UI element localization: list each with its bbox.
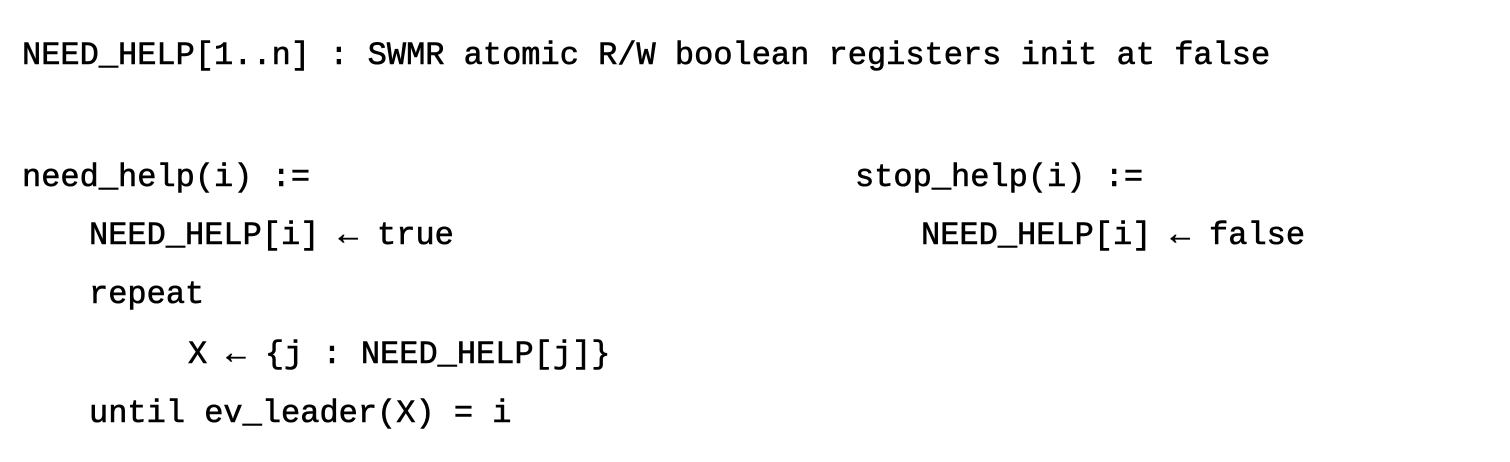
assign-x-line: X ← {j : NEED_HELP[j]} [188, 336, 611, 374]
need-help-header: need_help(i) := [22, 159, 311, 197]
stop-help-header: stop_help(i) := [855, 159, 1144, 197]
pseudocode-page: { "declaration": "NEED_HELP[1..n] : SWMR… [0, 0, 1510, 462]
until-line: until ev_leader(X) = i [89, 395, 512, 433]
need-help-set-true-line: NEED_HELP[i] ← true [89, 217, 454, 255]
repeat-line: repeat [89, 276, 205, 314]
stop-help-set-false-line: NEED_HELP[i] ← false [921, 217, 1306, 255]
register-declaration: NEED_HELP[1..n] : SWMR atomic R/W boolea… [22, 37, 1271, 75]
